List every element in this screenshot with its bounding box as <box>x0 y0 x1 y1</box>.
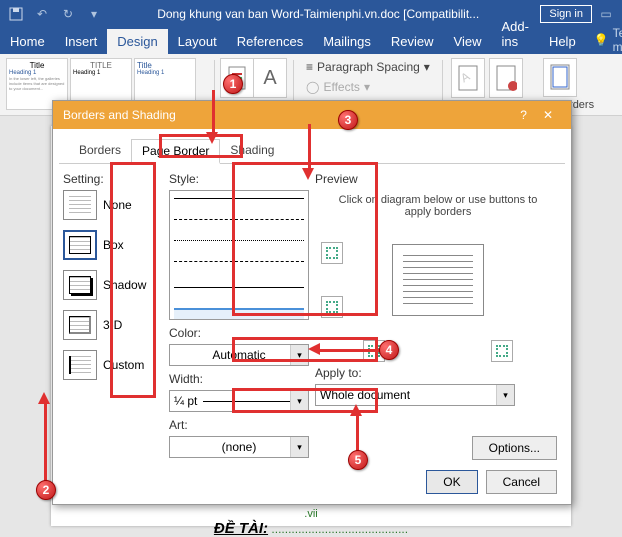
arrow-head-icon <box>302 168 314 180</box>
annotation-arrow <box>316 349 384 352</box>
apply-to-combo[interactable]: Whole document▾ <box>315 384 515 406</box>
ribbon-options-icon[interactable]: ▭ <box>598 6 614 22</box>
arrow-head-icon <box>206 132 218 144</box>
edge-top-button[interactable] <box>321 242 343 264</box>
callout-2: 2 <box>36 480 56 500</box>
qat-dropdown-icon[interactable]: ▾ <box>86 6 102 22</box>
tab-borders[interactable]: Borders <box>69 139 131 163</box>
page-color-icon[interactable] <box>489 58 523 98</box>
annotation-arrow <box>308 124 311 172</box>
annotation-arrow <box>44 398 47 482</box>
setting-shadow[interactable]: Shadow <box>63 270 163 300</box>
art-label: Art: <box>169 418 309 432</box>
preview-diagram[interactable] <box>315 230 561 330</box>
vii-text: .vii <box>304 508 317 520</box>
borders-shading-dialog: Borders and Shading ? ✕ Borders Page Bor… <box>52 100 572 505</box>
page-borders-icon[interactable] <box>543 58 577 97</box>
cancel-button[interactable]: Cancel <box>486 470 557 494</box>
tab-references[interactable]: References <box>227 29 313 54</box>
style-label: Style: <box>169 172 309 186</box>
arrow-head-icon <box>38 392 50 404</box>
chevron-down-icon: ▾ <box>290 437 308 457</box>
redo-icon[interactable]: ↻ <box>60 6 76 22</box>
setting-3d[interactable]: 3-D <box>63 310 163 340</box>
width-combo[interactable]: ¼ pt▾ <box>169 390 309 412</box>
tell-me[interactable]: 💡Tell me <box>586 26 622 54</box>
dialog-title: Borders and Shading <box>63 108 176 122</box>
annotation-arrow <box>356 412 359 454</box>
preview-label: Preview <box>315 172 561 186</box>
callout-5: 5 <box>348 450 368 470</box>
tab-help[interactable]: Help <box>539 29 586 54</box>
arrow-head-icon <box>308 343 320 355</box>
tab-insert[interactable]: Insert <box>55 29 108 54</box>
undo-icon[interactable]: ↶ <box>34 6 50 22</box>
preview-hint: Click on diagram below or use buttons to… <box>315 190 561 222</box>
bulb-icon: 💡 <box>594 33 609 47</box>
tab-addins[interactable]: Add-ins <box>491 14 538 54</box>
chevron-down-icon: ▾ <box>290 391 308 411</box>
art-combo[interactable]: (none)▾ <box>169 436 309 458</box>
paragraph-spacing-button[interactable]: ≡Paragraph Spacing ▾ <box>302 58 434 76</box>
tab-home[interactable]: Home <box>0 29 55 54</box>
save-icon[interactable] <box>8 6 24 22</box>
edge-right-button[interactable] <box>491 340 513 362</box>
detai-label: ĐỀ TÀI: <box>214 520 268 537</box>
chevron-down-icon: ▾ <box>496 385 514 405</box>
para-icon: ≡ <box>306 60 313 74</box>
fonts-icon[interactable]: A <box>253 58 287 98</box>
document-title: Dong khung van ban Word-Taimienphi.vn.do… <box>102 7 534 21</box>
callout-1: 1 <box>223 74 243 94</box>
annotation-arrow <box>212 90 215 136</box>
apply-to-label: Apply to: <box>315 366 561 380</box>
close-icon[interactable]: ✕ <box>535 108 561 122</box>
callout-4: 4 <box>379 340 399 360</box>
setting-custom[interactable]: Custom <box>63 350 163 380</box>
chevron-down-icon: ▾ <box>290 345 308 365</box>
setting-none[interactable]: None <box>63 190 163 220</box>
arrow-head-icon <box>350 404 362 416</box>
width-label: Width: <box>169 372 309 386</box>
sign-in-button[interactable]: Sign in <box>540 5 592 23</box>
tab-mailings[interactable]: Mailings <box>313 29 381 54</box>
watermark-icon[interactable]: A <box>451 58 485 98</box>
edge-bottom-button[interactable] <box>321 296 343 318</box>
options-button[interactable]: Options... <box>472 436 557 460</box>
ok-button[interactable]: OK <box>426 470 477 494</box>
effects-icon: ◯ <box>306 80 319 94</box>
help-icon[interactable]: ? <box>512 108 535 122</box>
style-list[interactable] <box>169 190 309 320</box>
color-combo[interactable]: Automatic▾ <box>169 344 309 366</box>
tab-shading[interactable]: Shading <box>220 139 284 163</box>
tab-review[interactable]: Review <box>381 29 444 54</box>
tab-design[interactable]: Design <box>107 29 167 54</box>
tab-view[interactable]: View <box>444 29 492 54</box>
color-label: Color: <box>169 326 309 340</box>
callout-3: 3 <box>338 110 358 130</box>
setting-box[interactable]: Box <box>63 230 163 260</box>
tab-layout[interactable]: Layout <box>168 29 227 54</box>
effects-button[interactable]: ◯Effects ▾ <box>302 78 434 96</box>
setting-label: Setting: <box>63 172 163 186</box>
